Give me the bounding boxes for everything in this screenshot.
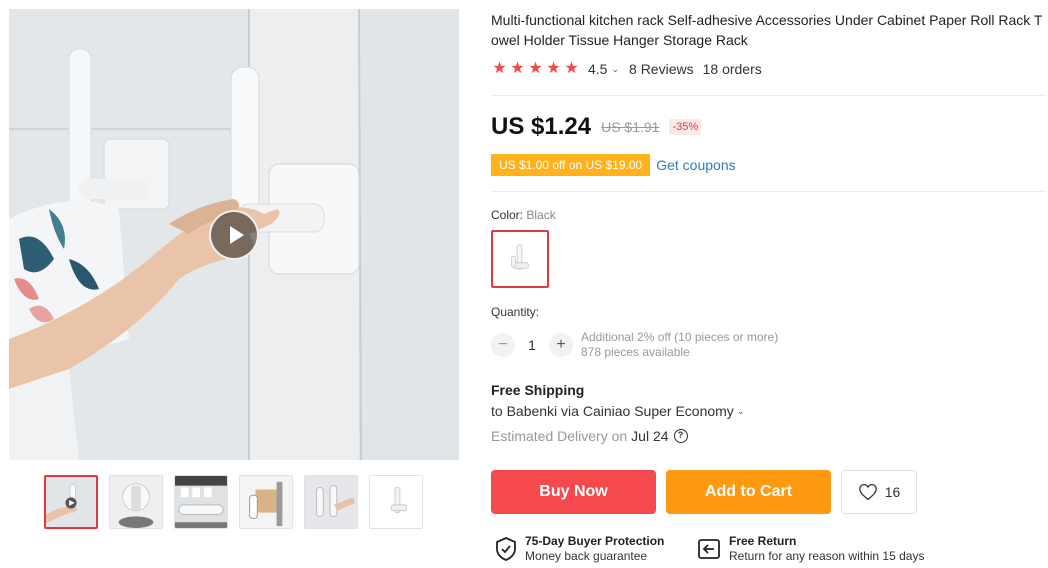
free-return-subtitle: Return for any reason within 15 days [729,549,925,563]
price-row: US $1.24 US $1.91 -35% [491,112,702,142]
thumbnail-image [175,476,227,528]
thumbnail-4[interactable] [239,475,293,529]
shipping-destination[interactable]: to Babenki via Cainiao Super Economy ⌄ [491,403,744,419]
star-icon: ★ [528,60,543,77]
help-icon[interactable]: ? [673,429,688,443]
estimated-delivery-date: Jul 24 [631,428,669,444]
main-product-image[interactable] [9,9,459,460]
thumbnail-2[interactable] [109,475,163,529]
thumbnail-strip [44,475,424,530]
heart-icon [858,483,877,501]
thumbnail-image [305,476,357,528]
pieces-available-text: 878 pieces available [581,345,690,359]
reviews-link[interactable]: 8 Reviews [629,61,694,77]
rating-value[interactable]: 4.5 [588,61,607,77]
buy-now-button[interactable]: Buy Now [491,470,656,514]
free-return: Free Return Return for any reason within… [697,534,924,564]
free-return-text: Free Return Return for any reason within… [729,534,924,564]
quantity-increase-button[interactable]: + [549,333,573,357]
wishlist-count: 16 [884,484,901,500]
shipping-destination-text[interactable]: to Babenki via Cainiao Super Economy [491,403,734,419]
product-title: Multi-functional kitchen rack Self-adhes… [491,12,1043,48]
divider [491,191,1046,192]
discount-badge: -35% [669,119,702,135]
color-label: Color: Black [491,208,556,222]
buyer-protection-subtitle: Money back guarantee [525,549,648,563]
coupon-row: US $1.00 off on US $19.00 Get coupons [488,153,736,177]
add-to-cart-button[interactable]: Add to Cart [666,470,831,514]
rating-stars: ★ ★ ★ ★ ★ [491,61,580,77]
color-swatch-black[interactable] [491,230,549,288]
star-icon: ★ [564,60,579,77]
chevron-down-icon[interactable]: ⌄ [611,64,619,75]
thumbnail-1[interactable] [44,475,98,529]
original-price: US $1.91 [601,119,660,135]
quantity-label: Quantity: [491,305,540,319]
current-price: US $1.24 [491,113,592,140]
buyer-protection-title: 75-Day Buyer Protection [525,534,665,548]
color-label-text: Color: [491,208,524,222]
thumbnail-image [370,476,422,528]
return-box-icon [698,539,720,559]
thumbnail-3[interactable] [174,475,228,529]
estimated-delivery: Estimated Delivery on Jul 24 ? [491,428,688,444]
chevron-down-icon[interactable]: ⌄ [737,406,745,417]
color-selected-value: Black [526,208,556,222]
bulk-discount-text: Additional 2% off (10 pieces or more) [581,330,779,344]
coupon-badge: US $1.00 off on US $19.00 [488,154,651,176]
thumbnail-image [46,477,96,527]
quantity-stepper: − 1 + Additional 2% off (10 pieces or mo… [491,330,778,360]
get-coupons-link[interactable]: Get coupons [656,157,735,173]
star-icon: ★ [546,60,561,77]
shield-check-icon [496,537,516,561]
play-icon [230,226,244,244]
thumbnail-image [110,476,162,528]
rating-row: ★ ★ ★ ★ ★ 4.5 ⌄ 8 Reviews 18 orders [491,60,762,78]
free-return-title: Free Return [729,534,797,548]
buyer-protection: 75-Day Buyer Protection Money back guara… [495,534,664,564]
orders-count: 18 orders [702,61,762,77]
shipping-title: Free Shipping [491,382,585,398]
thumbnail-image [240,476,292,528]
star-icon: ★ [510,60,525,77]
thumbnail-5[interactable] [304,475,358,529]
swatch-image [493,232,547,286]
buyer-protection-text: 75-Day Buyer Protection Money back guara… [525,534,664,564]
wishlist-button[interactable]: 16 [841,470,917,514]
star-icon: ★ [492,60,507,77]
quantity-decrease-button[interactable]: − [491,333,515,357]
estimated-delivery-label: Estimated Delivery on [491,428,628,444]
quantity-value[interactable]: 1 [515,337,549,353]
thumbnail-6[interactable] [369,475,423,529]
divider [491,95,1046,96]
play-video-button[interactable] [209,210,259,260]
quantity-info: Additional 2% off (10 pieces or more) 87… [581,330,778,360]
